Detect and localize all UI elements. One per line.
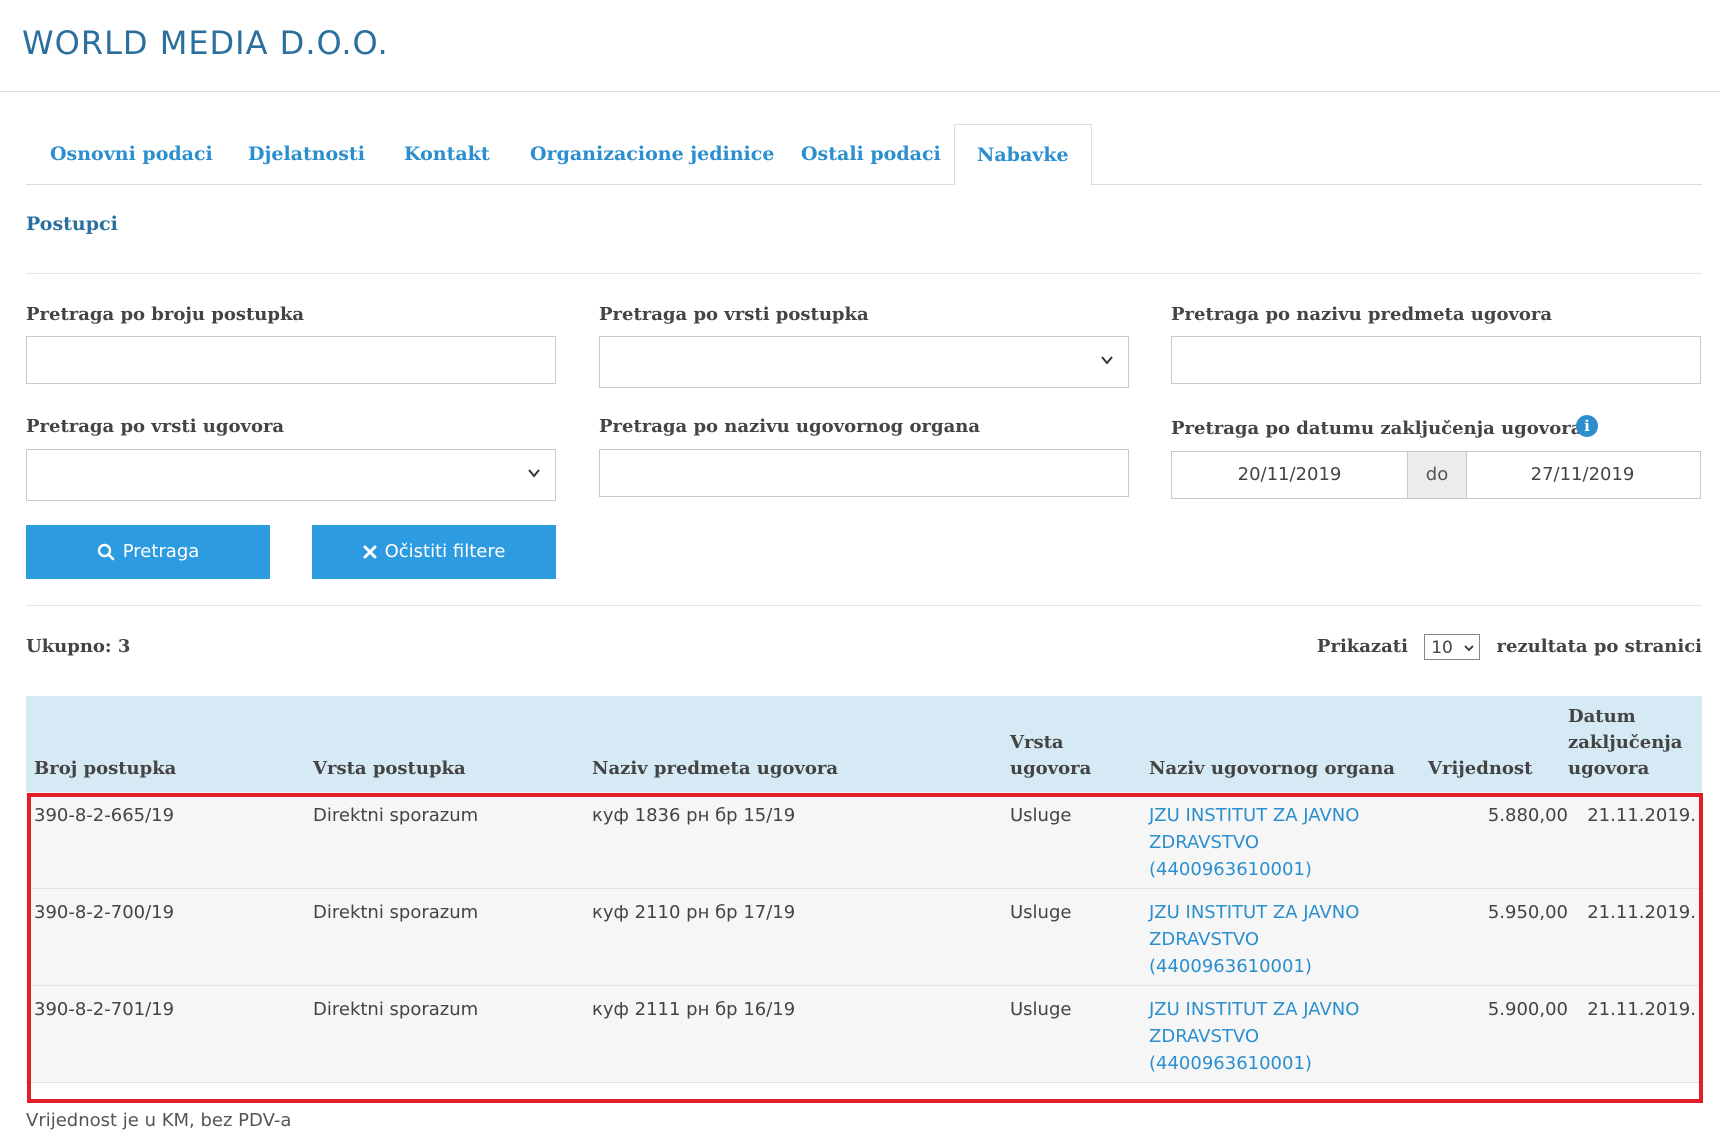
cell-vrsta: Direktni sporazum <box>313 805 479 826</box>
company-name: WORLD MEDIA D.O.O. <box>22 24 389 62</box>
cell-naziv: куф 2111 рн бр 16/19 <box>592 999 796 1020</box>
organ-line3: (4400963610001) <box>1149 956 1312 977</box>
th-naziv-predmeta[interactable]: Naziv predmeta ugovora <box>592 756 838 782</box>
tab-djelatnosti[interactable]: Djelatnosti <box>248 124 365 184</box>
organ-line3: (4400963610001) <box>1149 1053 1312 1074</box>
divider <box>26 273 1702 274</box>
th-vrsta-ugovora-line2: ugovora <box>1010 758 1092 779</box>
datum-label: Pretraga po datumu zaključenja ugovora <box>1171 418 1583 439</box>
cell-vrijednost: 5.950,00 <box>1487 902 1568 923</box>
tab-ostali-podaci[interactable]: Ostali podaci <box>801 124 941 184</box>
cell-vrsta-ugovora: Usluge <box>1010 999 1072 1020</box>
close-icon <box>363 545 377 559</box>
vrsta-postupka-select[interactable] <box>599 336 1129 388</box>
organ-line1: JZU INSTITUT ZA JAVNO <box>1149 999 1360 1020</box>
cell-broj: 390-8-2-665/19 <box>34 805 175 826</box>
th-vrijednost[interactable]: Vrijednost <box>1428 756 1532 782</box>
broj-postupka-label: Pretraga po broju postupka <box>26 304 305 325</box>
cell-vrsta: Direktni sporazum <box>313 902 479 923</box>
vrsta-ugovora-select[interactable] <box>26 449 556 501</box>
organ-line3: (4400963610001) <box>1149 859 1312 880</box>
vrsta-ugovora-label: Pretraga po vrsti ugovora <box>26 416 285 437</box>
divider <box>26 605 1702 606</box>
table-row: 390-8-2-700/19 Direktni sporazum куф 211… <box>26 889 1702 986</box>
clear-filters-button[interactable]: Očistiti filtere <box>312 525 556 579</box>
page-header: WORLD MEDIA D.O.O. <box>0 0 1720 92</box>
per-page-label: Prikazati <box>1316 636 1408 657</box>
naziv-organa-input[interactable] <box>599 449 1129 497</box>
cell-vrsta: Direktni sporazum <box>313 999 479 1020</box>
th-datum-line2: zaključenja <box>1568 732 1683 753</box>
chevron-down-icon <box>528 469 540 478</box>
tab-kontakt[interactable]: Kontakt <box>404 124 490 184</box>
chevron-down-icon <box>1464 645 1474 652</box>
organ-line1: JZU INSTITUT ZA JAVNO <box>1149 902 1360 923</box>
per-page-value: 10 <box>1431 638 1453 658</box>
date-from-input[interactable]: 20/11/2019 <box>1172 452 1407 498</box>
date-range-separator: do <box>1407 452 1467 498</box>
cell-vrijednost: 5.900,00 <box>1487 999 1568 1020</box>
results-total: Ukupno: 3 <box>26 636 131 657</box>
search-icon <box>97 543 115 561</box>
cell-datum: 21.11.2019. <box>1587 902 1696 923</box>
th-datum[interactable]: Datum zaključenja ugovora <box>1568 704 1682 782</box>
broj-postupka-input[interactable] <box>26 336 556 384</box>
cell-organ-link[interactable]: JZU INSTITUT ZA JAVNO ZDRAVSTVO (4400963… <box>1149 802 1379 883</box>
cell-organ-link[interactable]: JZU INSTITUT ZA JAVNO ZDRAVSTVO (4400963… <box>1149 996 1379 1077</box>
th-datum-line1: Datum <box>1568 706 1636 727</box>
th-vrsta-postupka[interactable]: Vrsta postupka <box>313 756 466 782</box>
cell-broj: 390-8-2-701/19 <box>34 999 175 1020</box>
th-datum-line3: ugovora <box>1568 758 1650 779</box>
tab-osnovni-podaci[interactable]: Osnovni podaci <box>50 124 213 184</box>
cell-vrsta-ugovora: Usluge <box>1010 902 1072 923</box>
search-button-label: Pretraga <box>122 541 200 562</box>
organ-line1: JZU INSTITUT ZA JAVNO <box>1149 805 1360 826</box>
table-header: Broj postupka Vrsta postupka Naziv predm… <box>26 696 1702 792</box>
per-page-control: Prikazati 10 rezultata po stranici <box>1317 634 1702 660</box>
th-vrsta-ugovora-line1: Vrsta <box>1010 732 1064 753</box>
organ-line2: ZDRAVSTVO <box>1149 929 1260 950</box>
vrsta-postupka-label: Pretraga po vrsti postupka <box>599 304 869 325</box>
search-button[interactable]: Pretraga <box>26 525 270 579</box>
cell-broj: 390-8-2-700/19 <box>34 902 175 923</box>
footnote: Vrijednost je u KM, bez PDV-a <box>26 1110 292 1131</box>
table-row: 390-8-2-665/19 Direktni sporazum куф 183… <box>26 792 1702 889</box>
cell-naziv: куф 1836 рн бр 15/19 <box>592 805 796 826</box>
chevron-down-icon <box>1101 356 1113 365</box>
tab-organizacione-jedinice[interactable]: Organizacione jedinice <box>530 124 774 184</box>
tab-nabavke[interactable]: Nabavke <box>954 124 1092 186</box>
th-broj-postupka[interactable]: Broj postupka <box>34 756 176 782</box>
cell-vrijednost: 5.880,00 <box>1487 805 1568 826</box>
cell-datum: 21.11.2019. <box>1587 999 1696 1020</box>
table-row: 390-8-2-701/19 Direktni sporazum куф 211… <box>26 986 1702 1083</box>
procurement-table: Broj postupka Vrsta postupka Naziv predm… <box>26 696 1702 1083</box>
clear-filters-label: Očistiti filtere <box>384 541 506 562</box>
per-page-select[interactable]: 10 <box>1424 634 1481 660</box>
th-vrsta-ugovora[interactable]: Vrsta ugovora <box>1010 730 1091 782</box>
cell-datum: 21.11.2019. <box>1587 805 1696 826</box>
th-naziv-organa[interactable]: Naziv ugovornog organa <box>1149 756 1395 782</box>
naziv-predmeta-label: Pretraga po nazivu predmeta ugovora <box>1171 304 1553 325</box>
per-page-suffix: rezultata po stranici <box>1496 636 1702 657</box>
naziv-organa-label: Pretraga po nazivu ugovornog organa <box>599 416 980 437</box>
naziv-predmeta-input[interactable] <box>1171 336 1701 384</box>
organ-line2: ZDRAVSTVO <box>1149 832 1260 853</box>
date-to-input[interactable]: 27/11/2019 <box>1465 452 1700 498</box>
info-icon[interactable]: i <box>1576 415 1598 437</box>
organ-line2: ZDRAVSTVO <box>1149 1026 1260 1047</box>
cell-naziv: куф 2110 рн бр 17/19 <box>592 902 796 923</box>
cell-vrsta-ugovora: Usluge <box>1010 805 1072 826</box>
section-title: Postupci <box>26 213 118 235</box>
cell-organ-link[interactable]: JZU INSTITUT ZA JAVNO ZDRAVSTVO (4400963… <box>1149 899 1379 980</box>
tab-bar: Osnovni podaci Djelatnosti Kontakt Organ… <box>26 124 1702 186</box>
date-range: 20/11/2019 do 27/11/2019 <box>1171 451 1701 499</box>
